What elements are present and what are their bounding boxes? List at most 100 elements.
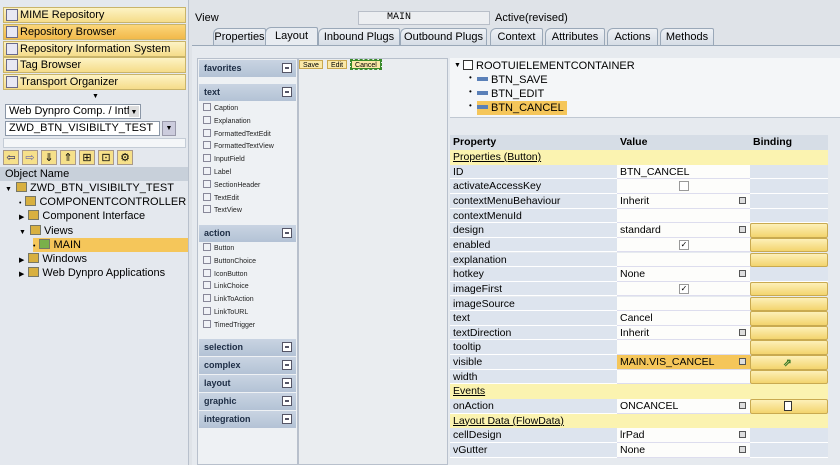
property-value[interactable]: ONCANCEL (617, 399, 750, 414)
property-value[interactable]: standard (617, 223, 750, 238)
tab-inbound-plugs[interactable]: Inbound Plugs (318, 28, 400, 45)
binding-button[interactable] (750, 399, 828, 414)
tree-item[interactable]: • COMPONENTCONTROLLER (19, 195, 186, 209)
property-value[interactable]: ✓ (617, 237, 750, 253)
palette-item[interactable]: InputField (203, 154, 245, 166)
palette-item[interactable]: TextView (203, 205, 242, 217)
display-icon[interactable]: ⊡ (98, 150, 114, 165)
object-name-dropdown-button[interactable]: ▼ (162, 121, 176, 136)
palette-item[interactable]: TimedTrigger (203, 319, 255, 332)
palette-item[interactable]: FormattedTextView (203, 141, 274, 153)
nav-transport-organizer[interactable]: Transport Organizer (3, 74, 186, 91)
tab-methods[interactable]: Methods (660, 28, 714, 45)
palette-item[interactable]: LinkToAction (203, 294, 254, 306)
collapse-icon[interactable] (282, 342, 292, 352)
palette-item[interactable]: SectionHeader (203, 179, 260, 192)
back-icon[interactable]: ⇦ (3, 150, 19, 165)
value-help-icon[interactable] (739, 328, 746, 336)
nav-repository-information-system[interactable]: Repository Information System (3, 40, 186, 57)
checkbox[interactable] (679, 181, 689, 192)
value-help-icon[interactable] (739, 431, 746, 439)
property-value[interactable]: Inherit (617, 325, 750, 341)
ui-tree-item[interactable]: BTN_EDIT (477, 87, 544, 101)
collapse-icon[interactable]: ⇑ (60, 150, 76, 165)
binding-button[interactable] (750, 311, 828, 326)
tab-attributes[interactable]: Attributes (545, 28, 605, 45)
value-help-icon[interactable] (739, 358, 746, 366)
property-value[interactable]: Cancel (617, 311, 750, 326)
palette-group-integration[interactable]: integration (199, 411, 296, 428)
binding-button[interactable] (750, 296, 828, 312)
binding-button[interactable] (750, 340, 828, 356)
binding-button[interactable] (750, 325, 828, 341)
palette-group-action[interactable]: action (199, 225, 296, 242)
property-value[interactable]: MAIN.VIS_CANCEL (617, 355, 750, 370)
collapse-icon[interactable] (282, 378, 292, 388)
property-value[interactable]: lrPad (617, 428, 750, 443)
ui-tree-item[interactable]: BTN_CANCEL (477, 101, 567, 115)
tree-item[interactable]: ▶ Web Dynpro Applications (19, 266, 165, 280)
leaf-icon[interactable]: • (33, 243, 35, 250)
leaf-icon[interactable]: • (19, 200, 21, 207)
binding-button[interactable]: ⇗ (750, 355, 828, 370)
palette-group-complex[interactable]: complex (199, 357, 296, 374)
ui-tree-root[interactable]: ROOTUIELEMENTCONTAINER (463, 59, 635, 73)
tree-item[interactable]: ▼ ZWD_BTN_VISIBILTY_TEST (5, 181, 174, 195)
checkbox[interactable]: ✓ (679, 283, 689, 294)
palette-item[interactable]: FormattedTextEdit (203, 128, 271, 141)
nav-tag-browser[interactable]: Tag Browser (3, 57, 186, 74)
expanded-icon[interactable]: ▼ (5, 186, 12, 193)
property-value[interactable] (617, 252, 750, 268)
checkbox[interactable]: ✓ (679, 239, 689, 250)
tab-layout[interactable]: Layout (265, 27, 318, 45)
object-name-input[interactable]: ZWD_BTN_VISIBILTY_TEST (5, 121, 160, 136)
value-help-icon[interactable] (739, 270, 746, 278)
canvas-button-save[interactable]: Save (299, 60, 323, 69)
palette-item[interactable]: Label (203, 167, 231, 179)
tab-outbound-plugs[interactable]: Outbound Plugs (400, 28, 487, 45)
collapse-icon[interactable] (282, 63, 292, 73)
property-value[interactable] (617, 208, 750, 224)
property-value[interactable] (617, 369, 750, 385)
nav-repository-browser[interactable]: Repository Browser (3, 23, 186, 40)
object-type-select[interactable]: Web Dynpro Comp. / Intf. ▼ (5, 104, 141, 119)
settings-icon[interactable]: ⚙ (117, 150, 133, 165)
tab-actions[interactable]: Actions (607, 28, 658, 45)
forward-icon[interactable]: ⇨ (22, 150, 38, 165)
splitter-arrow[interactable]: ▼ (92, 93, 99, 100)
palette-item[interactable]: ButtonChoice (203, 255, 256, 268)
property-value[interactable] (617, 340, 750, 356)
expand-icon[interactable]: ⇓ (41, 150, 57, 165)
property-value[interactable]: None (617, 267, 750, 282)
collapsed-icon[interactable]: ▶ (19, 271, 24, 278)
property-value[interactable] (617, 179, 750, 194)
binding-button[interactable] (750, 237, 828, 253)
tree-item[interactable]: ▶ Component Interface (19, 209, 145, 223)
palette-item[interactable]: TextEdit (203, 192, 239, 205)
palette-item[interactable]: LinkToURL (203, 307, 248, 319)
tab-context[interactable]: Context (490, 28, 543, 45)
collapse-icon[interactable] (282, 360, 292, 370)
expanded-icon[interactable]: ▼ (19, 229, 26, 236)
property-value[interactable] (617, 296, 750, 312)
property-value[interactable]: ✓ (617, 281, 750, 297)
palette-item[interactable]: LinkChoice (203, 281, 249, 293)
tree-item[interactable]: ▶ Windows (19, 252, 87, 266)
collapse-icon[interactable] (282, 87, 292, 97)
property-value[interactable]: None (617, 443, 750, 458)
chevron-down-icon[interactable]: ▼ (129, 106, 139, 117)
nav-mime-repository[interactable]: MIME Repository (3, 7, 186, 23)
expanded-icon[interactable]: ▼ (454, 62, 461, 69)
ui-tree-item[interactable]: BTN_SAVE (477, 73, 548, 87)
value-help-icon[interactable] (739, 402, 746, 410)
palette-group-graphic[interactable]: graphic (199, 393, 296, 410)
tree-item[interactable]: • MAIN (33, 237, 188, 252)
collapse-icon[interactable] (282, 396, 292, 406)
palette-group-text[interactable]: text (199, 84, 296, 101)
value-help-icon[interactable] (739, 196, 746, 204)
palette-group-favorites[interactable]: favorites (199, 60, 296, 77)
value-help-icon[interactable] (739, 446, 746, 453)
palette-group-layout[interactable]: layout (199, 375, 296, 392)
tree-item[interactable]: ▼ Views (19, 224, 73, 238)
collapsed-icon[interactable]: ▶ (19, 257, 24, 264)
